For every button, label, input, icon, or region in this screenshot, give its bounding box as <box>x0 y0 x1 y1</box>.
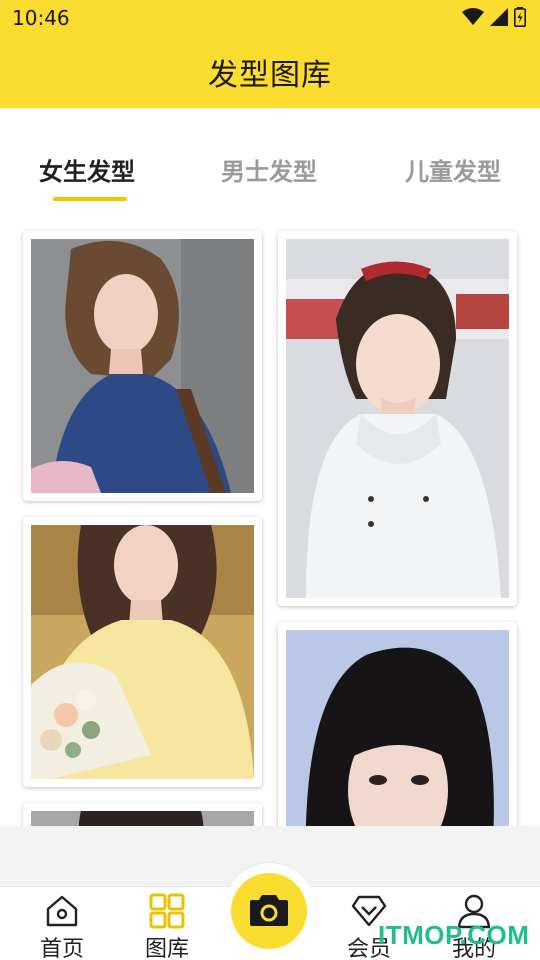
status-bar: 10:46 <box>0 0 540 36</box>
photo-woman-bangs <box>286 630 509 826</box>
camera-button[interactable] <box>231 873 307 949</box>
app-header: 10:46 发型图库 <box>0 0 540 108</box>
tab-male-hairstyles[interactable]: 男士发型 <box>221 152 317 187</box>
watermark: ITMOP.COM <box>378 920 530 950</box>
status-icons <box>462 7 526 27</box>
battery-icon <box>514 7 526 27</box>
hairstyle-gallery <box>0 213 540 826</box>
gallery-card-3[interactable] <box>23 517 262 787</box>
camera-icon <box>250 895 288 926</box>
category-tabs: 女生发型 男士发型 儿童发型 <box>0 108 540 213</box>
active-tab-indicator <box>53 197 127 201</box>
nav-label-home: 首页 <box>39 937 84 960</box>
photo-woman-partial <box>31 811 254 826</box>
signal-icon <box>490 8 508 26</box>
nav-item-home[interactable]: 首页 <box>12 887 112 960</box>
nav-item-gallery[interactable]: 图库 <box>117 887 217 960</box>
tab-female-hairstyles[interactable]: 女生发型 <box>39 152 135 187</box>
gallery-card-2[interactable] <box>278 231 517 606</box>
gallery-card-1[interactable] <box>23 231 262 501</box>
status-time: 10:46 <box>12 6 70 30</box>
nav-label-gallery: 图库 <box>144 937 189 960</box>
gallery-card-5[interactable] <box>23 803 262 826</box>
wifi-icon <box>462 8 484 25</box>
photo-woman-blue-sweater <box>31 239 254 493</box>
home-icon <box>46 895 78 927</box>
gallery-icon <box>149 893 185 929</box>
photo-woman-white-jacket <box>286 239 509 598</box>
page-title: 发型图库 <box>208 58 332 93</box>
photo-woman-yellow-sweater <box>31 525 254 779</box>
gallery-card-4[interactable] <box>278 622 517 826</box>
tab-kids-hairstyles[interactable]: 儿童发型 <box>405 152 501 187</box>
